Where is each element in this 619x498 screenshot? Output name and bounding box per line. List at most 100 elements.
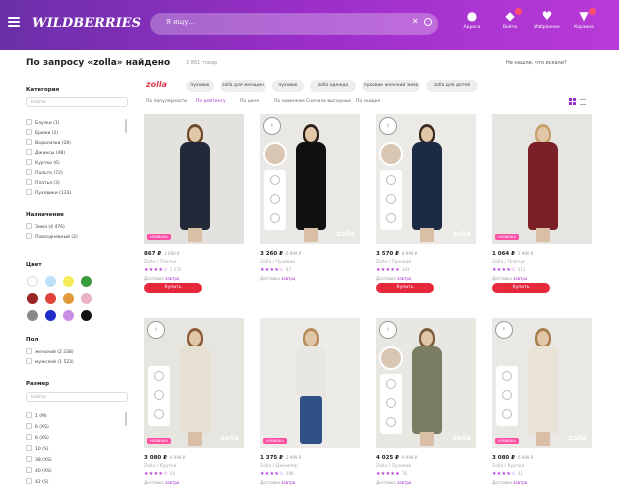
addresses-button[interactable]: ● Адреса [452, 8, 492, 44]
filter-checkbox[interactable]: 8 (XS) [26, 434, 49, 441]
login-button[interactable]: ◆ Войти [490, 8, 530, 44]
product-photo[interactable]: i zolla НОВИНКА [144, 318, 244, 448]
product-photo[interactable]: i zolla НОВИНКА [492, 318, 592, 448]
filter-checkbox[interactable]: 10 (S) [26, 445, 49, 452]
menu-icon[interactable] [8, 17, 20, 27]
color-swatch[interactable] [27, 293, 38, 304]
color-swatch[interactable] [81, 293, 92, 304]
clear-search-icon[interactable]: ✕ [412, 17, 419, 26]
color-swatch[interactable] [27, 276, 38, 287]
color-swatch[interactable] [27, 310, 38, 321]
filter-checkbox[interactable]: 6 (XS) [26, 423, 49, 430]
checkbox[interactable] [26, 129, 32, 135]
color-swatch[interactable] [81, 276, 92, 287]
checkbox[interactable] [26, 169, 32, 175]
product-photo[interactable]: НОВИНКА [144, 114, 244, 244]
site-logo[interactable]: WILDBERRIES [32, 13, 144, 35]
checkbox[interactable] [26, 159, 32, 165]
product-card[interactable]: i zolla 3 260 ₽6 999 ₽ Zolla / Пуховик ★★★★☆… [260, 114, 360, 294]
filter-checkbox[interactable]: Зима (4 476) [26, 223, 65, 230]
product-card[interactable]: i zolla 3 570 ₽8 999 ₽ Zolla / Пуховик ★★★★★… [376, 114, 476, 294]
color-swatch[interactable] [63, 276, 74, 287]
grid-view-icon[interactable] [569, 98, 576, 105]
filter-checkbox[interactable]: 1 (М) [26, 412, 47, 419]
checkbox[interactable] [26, 478, 32, 484]
sort-option[interactable]: Сначала выгодные [306, 99, 351, 104]
filter-checkbox[interactable]: Куртки (6) [26, 159, 60, 166]
filter-checkbox[interactable]: Пуховики (133) [26, 189, 71, 196]
quick-tag-chip[interactable]: пуховик женский зима [362, 80, 420, 92]
product-brand[interactable]: Zolla / Пуховик [376, 260, 411, 265]
product-card[interactable]: НОВИНКА 867 ₽2 690 ₽ Zolla / Платье ★★★★☆ 1 … [144, 114, 244, 294]
checkbox[interactable] [26, 412, 32, 418]
filter-checkbox[interactable]: 38 (XS) [26, 456, 52, 463]
quick-tag-chip[interactable]: zolla одежда [310, 80, 356, 92]
checkbox[interactable] [26, 467, 32, 473]
filter-checkbox[interactable]: Пальто (72) [26, 169, 63, 176]
color-swatch[interactable] [45, 293, 56, 304]
sort-option-active[interactable]: По рейтингу [196, 99, 226, 104]
size-scrollbar[interactable] [125, 412, 127, 426]
sort-option[interactable]: По цене [240, 99, 259, 104]
quick-tag-chip[interactable]: zolla для детей [426, 80, 478, 92]
color-swatch[interactable] [81, 310, 92, 321]
checkbox[interactable] [26, 139, 32, 145]
color-swatch[interactable] [45, 276, 56, 287]
category-scrollbar[interactable] [125, 119, 127, 133]
filter-checkbox[interactable]: Блузки (1) [26, 119, 59, 126]
sort-option[interactable]: По новинкам [274, 99, 305, 104]
product-photo[interactable]: i zolla [376, 318, 476, 448]
favorites-button[interactable]: ♥ Избранное [527, 8, 567, 44]
list-view-icon[interactable] [580, 99, 586, 105]
size-search-input[interactable]: Найти [26, 392, 128, 402]
product-brand[interactable]: Zolla / Платье [144, 260, 177, 265]
sort-option[interactable]: По скидке [356, 99, 380, 104]
product-card[interactable]: i zolla 4 025 ₽9 999 ₽ Zolla / Пуховик ★★★★★… [376, 318, 476, 498]
product-brand[interactable]: Zolla / Куртка [492, 464, 524, 469]
filter-checkbox[interactable]: Водолазки (28) [26, 139, 71, 146]
filter-checkbox[interactable]: Джинсы (48) [26, 149, 65, 156]
product-card[interactable]: i zolla НОВИНКА 3 080 ₽6 999 ₽ Zolla / Куртк… [492, 318, 592, 498]
quick-tag-chip[interactable]: пуховик [272, 80, 304, 92]
product-photo[interactable]: НОВИНКА [260, 318, 360, 448]
checkbox[interactable] [26, 179, 32, 185]
search-icon[interactable] [424, 18, 432, 26]
color-swatch[interactable] [63, 293, 74, 304]
quick-tag-chip[interactable]: пуховик [186, 80, 214, 92]
product-brand[interactable]: Zolla / Платье [492, 260, 525, 265]
buy-button[interactable]: Купить [144, 283, 202, 293]
checkbox[interactable] [26, 445, 32, 451]
product-photo[interactable]: НОВИНКА [492, 114, 592, 244]
product-photo[interactable]: i zolla [260, 114, 360, 244]
color-swatch[interactable] [45, 310, 56, 321]
not-found-link[interactable]: Не нашли, что искали? [506, 60, 567, 66]
checkbox[interactable] [26, 233, 32, 239]
checkbox[interactable] [26, 456, 32, 462]
filter-checkbox[interactable]: женский (2 338) [26, 348, 74, 355]
checkbox[interactable] [26, 423, 32, 429]
filter-checkbox[interactable]: 40 (XS) [26, 467, 52, 474]
filter-checkbox[interactable]: мужской (1 523) [26, 358, 74, 365]
product-brand[interactable]: Zolla / Куртка [144, 464, 176, 469]
checkbox[interactable] [26, 358, 32, 364]
product-card[interactable]: НОВИНКА 1 064 ₽2 990 ₽ Zolla / Платье ★★★★☆… [492, 114, 592, 294]
buy-button[interactable]: Купить [376, 283, 434, 293]
tag-primary[interactable]: zolla [146, 80, 167, 89]
checkbox[interactable] [26, 348, 32, 354]
product-brand[interactable]: Zolla / Джемпер [260, 464, 298, 469]
search-input[interactable]: Я ищу... [150, 13, 438, 35]
product-card[interactable]: НОВИНКА 1 375 ₽2 999 ₽ Zolla / Джемпер ★★★★… [260, 318, 360, 498]
filter-checkbox[interactable]: 42 (S) [26, 478, 49, 485]
checkbox[interactable] [26, 149, 32, 155]
filter-checkbox[interactable]: Платья (3) [26, 179, 60, 186]
checkbox[interactable] [26, 119, 32, 125]
filter-checkbox[interactable]: Брюки (2) [26, 129, 58, 136]
checkbox[interactable] [26, 223, 32, 229]
product-photo[interactable]: i zolla [376, 114, 476, 244]
checkbox[interactable] [26, 189, 32, 195]
product-card[interactable]: i zolla НОВИНКА 3 080 ₽6 999 ₽ Zolla / Куртк… [144, 318, 244, 498]
sort-option[interactable]: По популярности [146, 99, 187, 104]
filter-checkbox[interactable]: Повседневный (2) [26, 233, 78, 240]
category-search-input[interactable]: Найти [26, 97, 128, 107]
checkbox[interactable] [26, 434, 32, 440]
